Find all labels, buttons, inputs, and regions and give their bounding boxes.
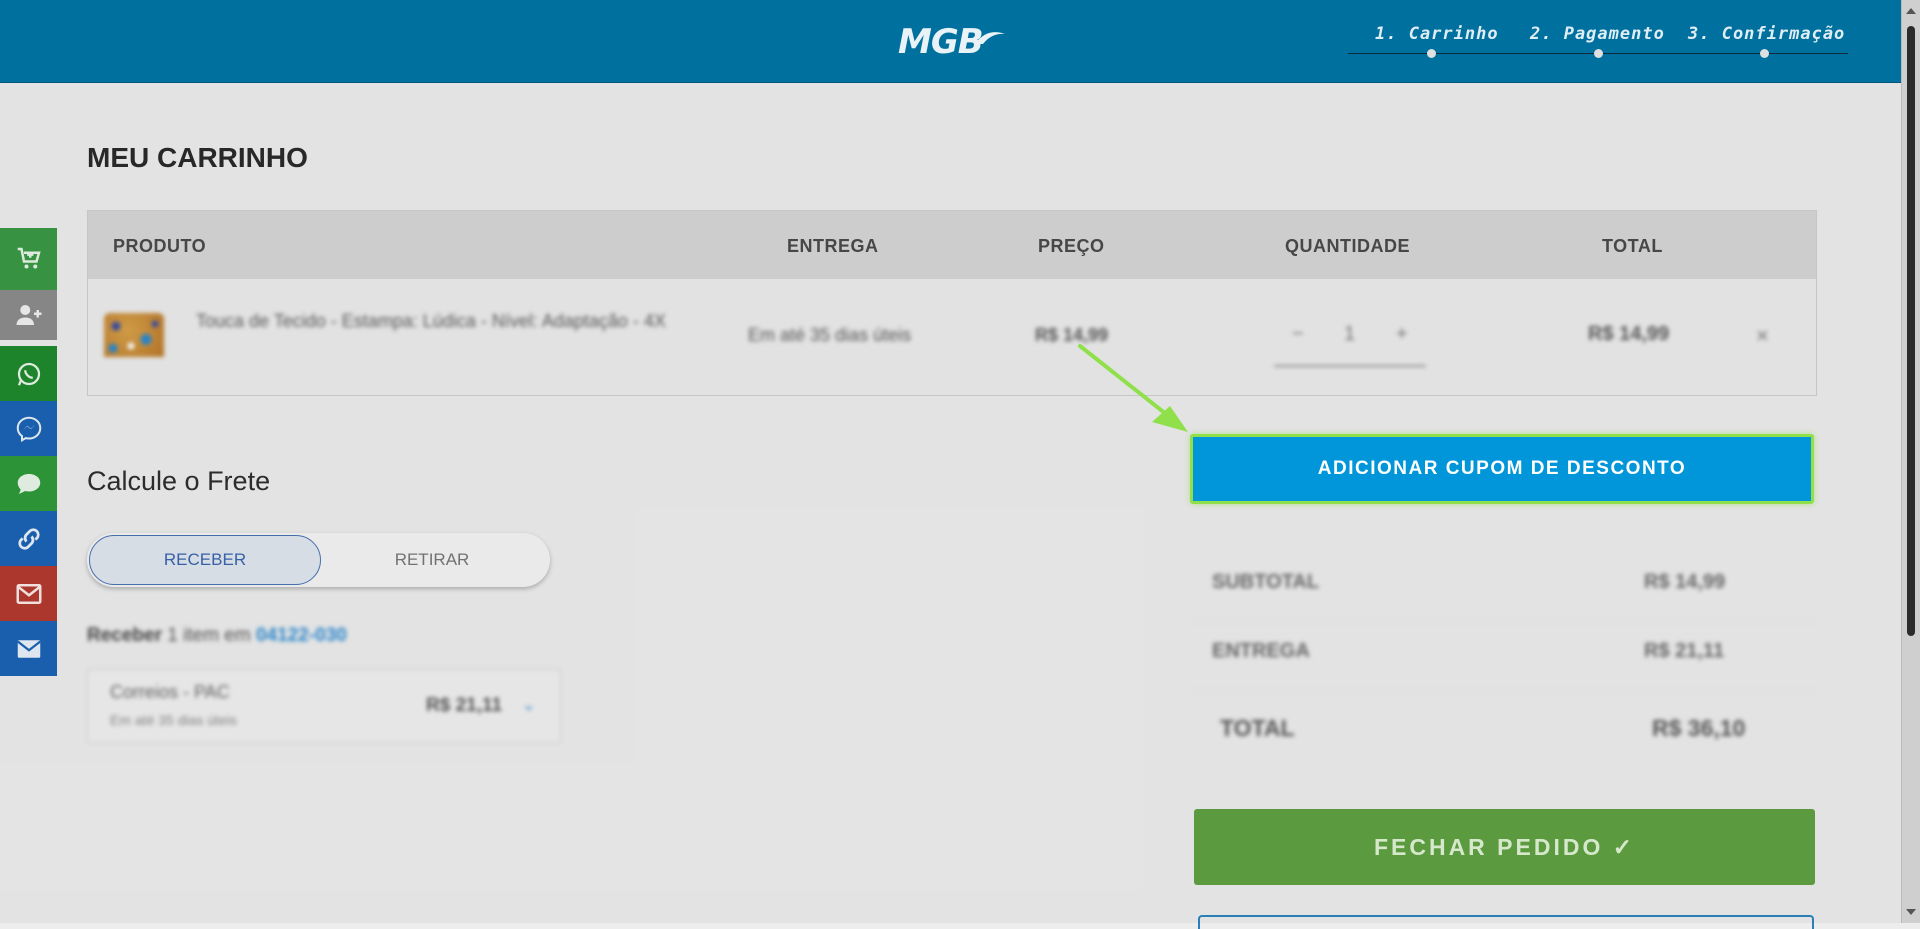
copy-link-button[interactable] bbox=[0, 511, 57, 566]
toggle-receber[interactable]: RECEBER bbox=[89, 535, 321, 585]
whatsapp-icon bbox=[17, 362, 40, 386]
user-plus-icon bbox=[16, 305, 41, 325]
add-user-button[interactable] bbox=[0, 290, 57, 340]
logo-swoosh-icon bbox=[975, 32, 1005, 44]
envelope-icon bbox=[16, 583, 41, 604]
step-carrinho: 1. Carrinho bbox=[1375, 24, 1499, 44]
step-confirmacao: 3. Confirmação bbox=[1688, 24, 1846, 44]
receive-summary: Receber 1 item em 04122-030 bbox=[87, 625, 347, 647]
shipping-price: R$ 21,11 bbox=[426, 695, 503, 716]
header-entrega: ENTREGA bbox=[787, 236, 879, 256]
top-header: MGB 1. Carrinho 2. Pagamento 3. Confirma… bbox=[0, 0, 1902, 83]
qty-value[interactable]: 1 bbox=[1344, 323, 1355, 346]
mail-icon bbox=[16, 639, 41, 658]
product-thumbnail[interactable] bbox=[104, 313, 164, 357]
next-button-edge[interactable] bbox=[1198, 915, 1814, 929]
cart-plus-icon bbox=[17, 247, 41, 269]
step-dot-2 bbox=[1594, 49, 1603, 58]
cart-table: PRODUTO ENTREGA PREÇO QUANTIDADE TOTAL T… bbox=[87, 210, 1817, 396]
summary-entrega-row: ENTREGA R$ 21,11 bbox=[1194, 622, 1814, 691]
shipping-name: Correios - PAC bbox=[110, 682, 230, 702]
entrega-value: R$ 21,11 bbox=[1644, 640, 1725, 662]
unit-price: R$ 14,99 bbox=[1035, 325, 1109, 345]
remove-item-button[interactable]: × bbox=[1756, 323, 1769, 349]
messenger-icon bbox=[16, 416, 41, 442]
shipping-calc-title: Calcule o Frete bbox=[87, 466, 271, 496]
whatsapp-button[interactable] bbox=[0, 346, 57, 401]
summary-subtotal-row: SUBTOTAL R$ 14,99 bbox=[1194, 553, 1814, 622]
summary-total-row: TOTAL R$ 36,10 bbox=[1194, 691, 1814, 759]
checkout-button[interactable]: FECHAR PEDIDO ✓ bbox=[1194, 809, 1815, 885]
table-header: PRODUTO ENTREGA PREÇO QUANTIDADE TOTAL bbox=[88, 211, 1816, 279]
highlight-arrow-icon bbox=[1078, 344, 1188, 432]
header-preco: PREÇO bbox=[1038, 236, 1105, 256]
quantity-stepper: − 1 + bbox=[1274, 307, 1426, 367]
step-dot-1 bbox=[1427, 49, 1436, 58]
link-icon bbox=[17, 527, 40, 550]
subtotal-label: SUBTOTAL bbox=[1212, 571, 1320, 593]
header-quantidade: QUANTIDADE bbox=[1285, 236, 1410, 256]
email-button[interactable] bbox=[0, 621, 57, 676]
receive-label: Receber bbox=[87, 625, 162, 646]
entrega-label: ENTREGA bbox=[1212, 640, 1310, 662]
logo-text: MGB bbox=[898, 22, 984, 62]
qty-increase-button[interactable]: + bbox=[1396, 323, 1408, 346]
checkout-steps: 1. Carrinho 2. Pagamento 3. Confirmação bbox=[1348, 24, 1848, 64]
gmail-button[interactable] bbox=[0, 566, 57, 621]
add-cart-button[interactable] bbox=[0, 228, 57, 290]
add-coupon-button[interactable]: ADICIONAR CUPOM DE DESCONTO bbox=[1190, 434, 1814, 504]
shipping-option-card[interactable]: Correios - PAC Em até 35 dias úteis R$ 2… bbox=[87, 669, 561, 743]
chat-button[interactable] bbox=[0, 456, 57, 511]
brand-logo[interactable]: MGB bbox=[898, 22, 1005, 62]
receive-items-text: 1 item em bbox=[167, 625, 251, 646]
total-label: TOTAL bbox=[1220, 715, 1295, 741]
page-title: MEU CARRINHO bbox=[87, 142, 308, 173]
shipping-time: Em até 35 dias úteis bbox=[110, 712, 237, 728]
delivery-time: Em até 35 dias úteis bbox=[748, 325, 912, 345]
step-dot-3 bbox=[1760, 49, 1769, 58]
qty-decrease-button[interactable]: − bbox=[1292, 323, 1304, 346]
delivery-mode-toggle: RECEBER RETIRAR bbox=[87, 533, 550, 587]
messenger-button[interactable] bbox=[0, 401, 57, 456]
toggle-retirar[interactable]: RETIRAR bbox=[316, 535, 548, 585]
row-total: R$ 14,99 bbox=[1588, 323, 1670, 345]
product-name[interactable]: Touca de Tecido - Estampa: Lúdica - Níve… bbox=[196, 309, 676, 334]
scroll-up-icon[interactable] bbox=[1906, 8, 1916, 14]
total-value: R$ 36,10 bbox=[1652, 715, 1746, 741]
table-row: Touca de Tecido - Estampa: Lúdica - Níve… bbox=[88, 279, 1816, 394]
subtotal-value: R$ 14,99 bbox=[1644, 571, 1726, 593]
scroll-thumb[interactable] bbox=[1907, 26, 1915, 636]
chevron-down-icon[interactable]: ⌄ bbox=[522, 695, 535, 715]
step-pagamento: 2. Pagamento bbox=[1530, 24, 1665, 44]
side-share-bar bbox=[0, 228, 57, 676]
order-summary: SUBTOTAL R$ 14,99 ENTREGA R$ 21,11 TOTAL… bbox=[1194, 553, 1814, 759]
page-scrollbar[interactable] bbox=[1901, 0, 1920, 923]
header-total: TOTAL bbox=[1602, 236, 1663, 256]
header-produto: PRODUTO bbox=[113, 236, 207, 256]
cep-link[interactable]: 04122-030 bbox=[256, 625, 347, 646]
chat-bubble-icon bbox=[17, 473, 40, 494]
scroll-down-icon[interactable] bbox=[1906, 909, 1916, 915]
